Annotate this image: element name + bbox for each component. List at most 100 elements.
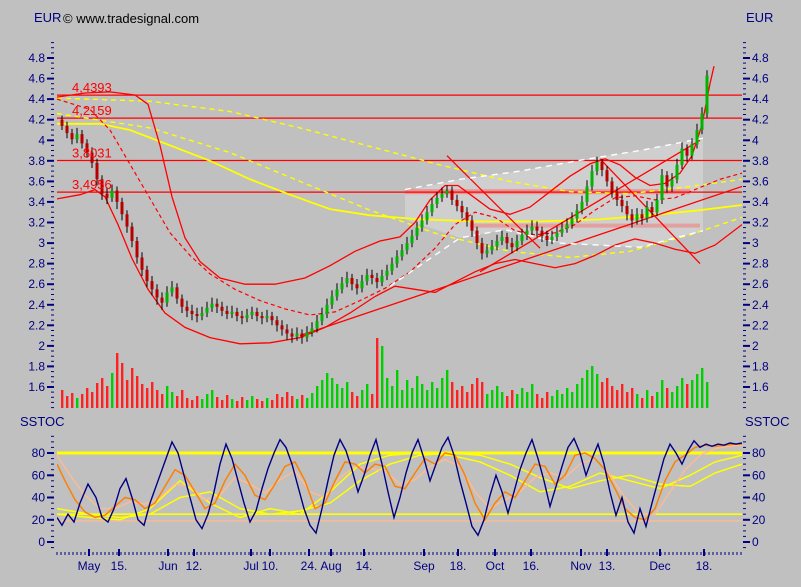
price-tick-label-right: 4.2 (752, 113, 769, 127)
volume-bar (476, 378, 479, 408)
candle-body (565, 224, 569, 229)
price-tick-label-left: 2 (38, 339, 45, 353)
volume-bar (556, 390, 559, 408)
volume-bar (521, 388, 524, 408)
candle-body (580, 201, 584, 211)
volume-bar (566, 388, 569, 408)
price-hline-label-2: 3,8031 (72, 146, 112, 161)
candle-body (260, 316, 264, 319)
candle-body (410, 235, 414, 244)
time-axis-label: 18. (450, 559, 467, 573)
candle-body (495, 241, 499, 247)
candle-body (705, 75, 709, 114)
volume-bar (546, 392, 549, 408)
candle-body (400, 250, 404, 257)
price-tick-label-right: 2.6 (752, 277, 769, 291)
volume-bar (441, 378, 444, 408)
candle-body (290, 333, 294, 337)
volume-bar (131, 368, 134, 408)
volume-bar (676, 386, 679, 408)
price-tick-label-right: 2 (752, 339, 759, 353)
time-axis-label: Dec (649, 559, 670, 573)
candle-body (485, 250, 489, 254)
price-tick-label-left: 3.2 (28, 216, 45, 230)
volume-bar (151, 382, 154, 408)
volume-bar (376, 338, 379, 408)
volume-bar (146, 388, 149, 408)
price-tick-label-left: 1.8 (28, 359, 45, 373)
volume-bar (596, 374, 599, 408)
candle-body (215, 303, 219, 307)
volume-bar (531, 384, 534, 408)
volume-bar (61, 390, 64, 408)
candle-body (665, 175, 669, 187)
price-tick-label-left: 1.6 (28, 380, 45, 394)
volume-bar (156, 390, 159, 408)
volume-bar (561, 394, 564, 408)
candle-body (200, 313, 204, 317)
volume-bar (426, 390, 429, 408)
candle-body (150, 281, 154, 290)
candle-body (595, 161, 599, 172)
candle-body (255, 311, 259, 316)
volume-bar (396, 370, 399, 408)
volume-bar (236, 401, 239, 408)
chart-canvas[interactable]: 4,4393 4,2159 3,8031 3,4956 4.8 4.8 4.6 4.6 4.4 4… (0, 0, 801, 587)
volume-bar (526, 392, 529, 408)
candle-body (685, 148, 689, 156)
candle-body (175, 287, 179, 299)
volume-bar (456, 390, 459, 408)
volume-bar (386, 378, 389, 408)
volume-bar (141, 384, 144, 408)
candle-body (235, 311, 239, 316)
sstoc-panel (57, 435, 742, 537)
price-tick-label-left: 4.4 (28, 92, 45, 106)
volume-bar (551, 396, 554, 408)
candle-body (550, 236, 554, 240)
volume-bar (481, 382, 484, 408)
candle-body (130, 226, 134, 241)
candle-body (440, 193, 444, 198)
volume-bar (696, 374, 699, 408)
price-tick-label-left: 4 (38, 133, 45, 147)
volume-bar (661, 380, 664, 408)
volume-bar (586, 370, 589, 408)
volume-bar (291, 396, 294, 408)
volume-bar (536, 394, 539, 408)
candle-body (230, 311, 234, 314)
candle-body (650, 207, 654, 213)
candle-body (305, 332, 309, 338)
volume-bar (226, 395, 229, 408)
candle-body (445, 190, 449, 194)
candle-body (275, 320, 279, 326)
candle-body (530, 226, 534, 231)
volume-bar (176, 396, 179, 408)
candle-body (430, 204, 434, 213)
sstoc-tick-label-right: 0 (752, 535, 759, 549)
volume-bar (261, 401, 264, 408)
candle-body (155, 289, 159, 298)
price-tick-label-left: 2.8 (28, 257, 45, 271)
volume-bar (656, 392, 659, 408)
price-tick-label-left: 2.6 (28, 277, 45, 291)
volume-bar (356, 396, 359, 408)
candle-body (625, 206, 629, 215)
volume-bar (461, 386, 464, 408)
price-tick-label-right: 3 (752, 236, 759, 250)
volume-bar (681, 378, 684, 408)
candle-body (570, 218, 574, 225)
time-axis-label: 18. (696, 559, 713, 573)
time-axis-label: 15. (111, 559, 128, 573)
volume-bar (446, 370, 449, 408)
sstoc-salmon (57, 444, 742, 515)
volume-bar (71, 393, 74, 408)
candle-body (135, 241, 139, 258)
time-axis-label: Nov (570, 559, 591, 573)
candle-body (165, 292, 169, 303)
candle-body (320, 314, 324, 322)
price-tick-label-right: 2.4 (752, 298, 769, 312)
candle-body (170, 287, 174, 293)
candle-body (390, 263, 394, 271)
candle-body (180, 298, 184, 307)
candle-body (250, 311, 254, 315)
